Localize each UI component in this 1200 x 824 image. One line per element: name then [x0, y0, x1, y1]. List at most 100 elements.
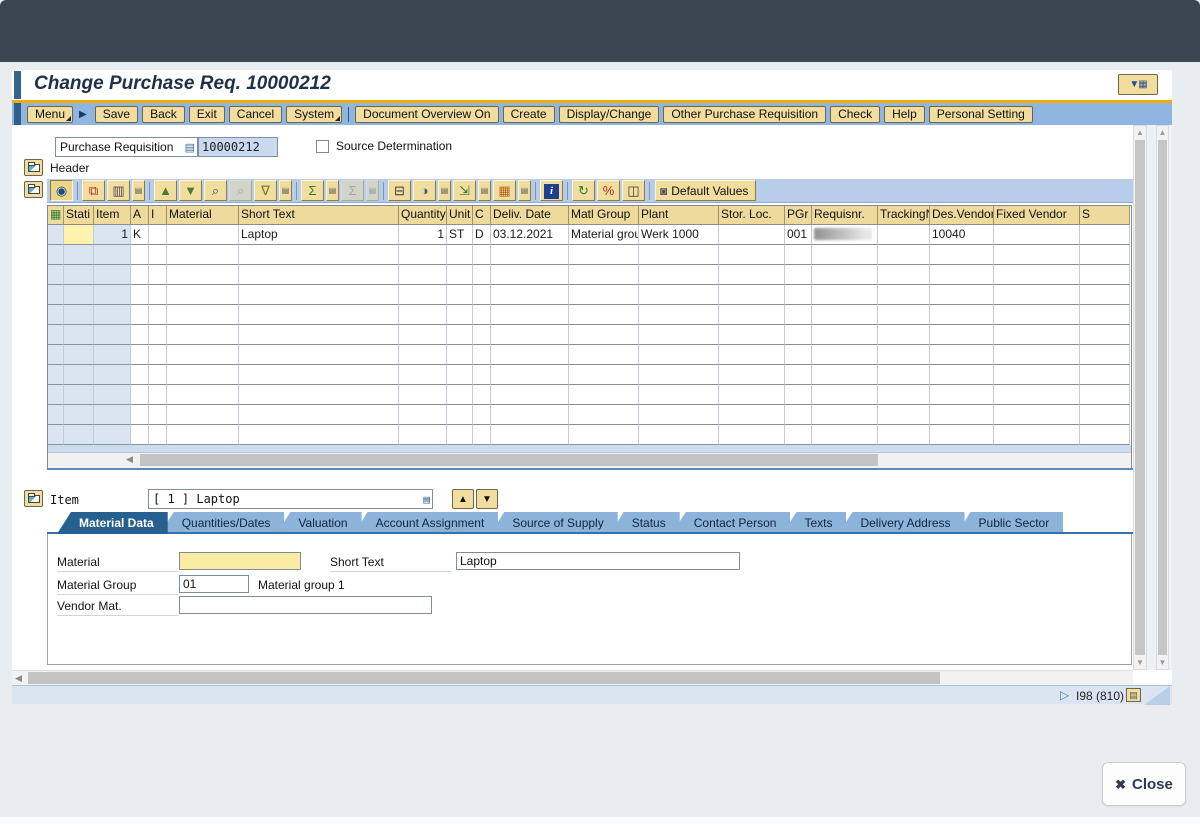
scrollbar-thumb[interactable] — [140, 454, 878, 466]
cell-trackingno[interactable] — [878, 365, 930, 385]
cell-sel[interactable] — [48, 225, 64, 245]
cell-plant[interactable] — [639, 245, 719, 265]
cell-fixed_vendor[interactable] — [994, 265, 1080, 285]
table-row-empty[interactable] — [48, 245, 1131, 265]
cell-fixed_vendor[interactable] — [994, 245, 1080, 265]
cell-deliv_date[interactable] — [491, 245, 569, 265]
cell-plant[interactable] — [639, 365, 719, 385]
cell-quantity[interactable] — [399, 385, 447, 405]
column-header-requisnr[interactable]: Requisnr. — [812, 206, 878, 225]
scroll-left-icon[interactable]: ◀ — [15, 673, 22, 684]
tab-status[interactable]: Status — [610, 512, 680, 534]
personal-setting-button[interactable]: Personal Setting — [929, 106, 1033, 123]
cell-des_vendor[interactable] — [930, 265, 994, 285]
cell-unit[interactable] — [447, 345, 473, 365]
cell-trackingno[interactable] — [878, 325, 930, 345]
cell-s[interactable] — [1080, 225, 1130, 245]
cell-des_vendor[interactable] — [930, 245, 994, 265]
cell-sel[interactable] — [48, 265, 64, 285]
cell-c[interactable] — [473, 365, 491, 385]
cell-s[interactable] — [1080, 325, 1130, 345]
sum-menu-icon[interactable]: ▤ — [326, 180, 339, 201]
table-row-empty[interactable] — [48, 365, 1131, 385]
cell-deliv_date[interactable]: 03.12.2021 — [491, 225, 569, 245]
cell-matl_group[interactable] — [569, 425, 639, 445]
table-row-empty[interactable] — [48, 325, 1131, 345]
cell-short_text[interactable] — [239, 365, 399, 385]
cell-item[interactable] — [94, 405, 131, 425]
cell-unit[interactable] — [447, 325, 473, 345]
cell-a[interactable] — [131, 305, 149, 325]
cell-i[interactable] — [149, 265, 167, 285]
cell-des_vendor[interactable] — [930, 345, 994, 365]
scroll-up-icon[interactable]: ▲ — [1134, 128, 1146, 137]
cell-material[interactable] — [167, 285, 239, 305]
cell-short_text[interactable] — [239, 325, 399, 345]
export-icon[interactable]: ⇲ — [453, 180, 476, 201]
cell-pgr[interactable] — [785, 325, 812, 345]
cell-sel[interactable] — [48, 325, 64, 345]
cell-short_text[interactable] — [239, 285, 399, 305]
back-button[interactable]: Back — [142, 106, 185, 123]
cell-des_vendor[interactable] — [930, 305, 994, 325]
cell-fixed_vendor[interactable] — [994, 345, 1080, 365]
cell-quantity[interactable] — [399, 405, 447, 425]
cell-deliv_date[interactable] — [491, 285, 569, 305]
cell-material[interactable] — [167, 425, 239, 445]
column-header-stat[interactable]: Stati — [64, 206, 94, 225]
views-menu-icon[interactable]: ▤ — [438, 180, 451, 201]
cell-matl_group[interactable] — [569, 305, 639, 325]
scroll-up-icon[interactable]: ▲ — [1157, 128, 1168, 137]
cell-short_text[interactable]: Laptop — [239, 225, 399, 245]
cell-trackingno[interactable] — [878, 225, 930, 245]
cell-trackingno[interactable] — [878, 245, 930, 265]
scrollbar-thumb[interactable] — [28, 672, 940, 684]
exit-button[interactable]: Exit — [189, 106, 225, 123]
cell-requisnr[interactable] — [812, 345, 878, 365]
cell-s[interactable] — [1080, 385, 1130, 405]
purchase-requisition-combo[interactable]: Purchase Requisition ▤ — [55, 137, 198, 157]
sort-ascending-icon[interactable]: ▲ — [154, 180, 177, 201]
cell-plant[interactable] — [639, 305, 719, 325]
cell-stat[interactable] — [64, 245, 94, 265]
cell-item[interactable] — [94, 245, 131, 265]
cell-s[interactable] — [1080, 345, 1130, 365]
column-header-s[interactable]: S — [1080, 206, 1130, 225]
cell-stor_loc[interactable] — [719, 345, 785, 365]
cell-i[interactable] — [149, 365, 167, 385]
cell-stor_loc[interactable] — [719, 225, 785, 245]
cell-fixed_vendor[interactable] — [994, 285, 1080, 305]
copy-icon[interactable]: ⧉ — [82, 180, 105, 201]
cell-material[interactable] — [167, 345, 239, 365]
cell-plant[interactable] — [639, 385, 719, 405]
cell-requisnr[interactable] — [812, 225, 878, 245]
cell-c[interactable] — [473, 425, 491, 445]
cell-plant[interactable]: Werk 1000 — [639, 225, 719, 245]
default-values-button[interactable]: ◙Default Values — [655, 180, 756, 201]
cell-deliv_date[interactable] — [491, 265, 569, 285]
cell-s[interactable] — [1080, 285, 1130, 305]
column-header-select-all[interactable]: ▦ — [48, 206, 64, 225]
next-item-button[interactable]: ▼ — [476, 489, 498, 509]
cell-trackingno[interactable] — [878, 385, 930, 405]
cell-quantity[interactable]: 1 — [399, 225, 447, 245]
cell-a[interactable] — [131, 265, 149, 285]
cell-requisnr[interactable] — [812, 385, 878, 405]
cell-stor_loc[interactable] — [719, 405, 785, 425]
status-list-icon[interactable]: ▤ — [1126, 688, 1141, 702]
source-determination-checkbox[interactable] — [316, 140, 329, 153]
cell-stor_loc[interactable] — [719, 325, 785, 345]
column-header-unit[interactable]: Unit — [447, 206, 473, 225]
cell-requisnr[interactable] — [812, 305, 878, 325]
cell-material[interactable] — [167, 305, 239, 325]
cell-fixed_vendor[interactable] — [994, 425, 1080, 445]
cell-unit[interactable] — [447, 425, 473, 445]
cell-deliv_date[interactable] — [491, 325, 569, 345]
help-button[interactable]: Help — [884, 106, 925, 123]
short-text-input[interactable] — [456, 552, 740, 570]
scroll-down-icon[interactable]: ▼ — [1157, 658, 1168, 667]
table-row-empty[interactable] — [48, 285, 1131, 305]
resize-grip[interactable] — [1144, 686, 1170, 705]
cell-material[interactable] — [167, 225, 239, 245]
cell-material[interactable] — [167, 385, 239, 405]
